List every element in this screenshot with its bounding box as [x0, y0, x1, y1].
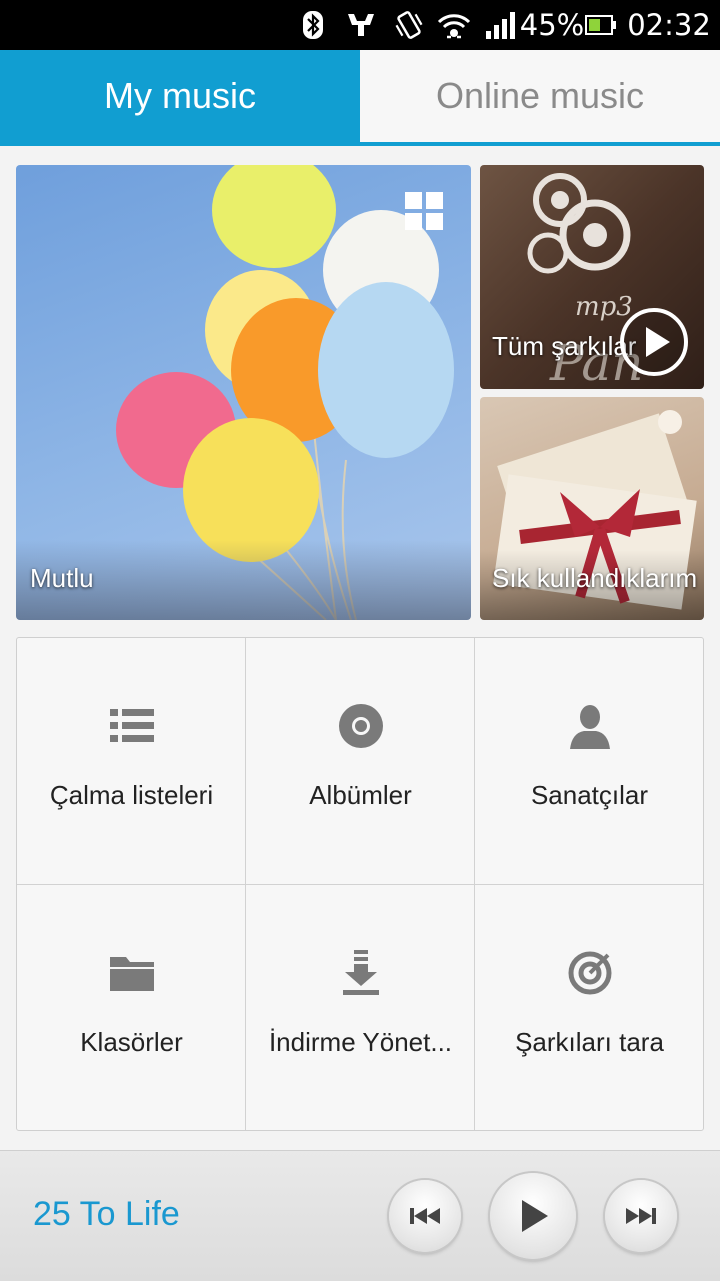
- tab-online-music[interactable]: Online music: [360, 50, 720, 142]
- wifi-icon: [436, 0, 472, 50]
- category-download-manager[interactable]: İndirme Yönet...: [246, 885, 475, 1131]
- category-label: Şarkıları tara: [515, 1027, 664, 1057]
- download-icon: [246, 949, 475, 997]
- previous-icon: [410, 1208, 440, 1224]
- signal-icon: [484, 0, 518, 50]
- battery-icon: [584, 0, 618, 50]
- mini-player: 25 To Life: [0, 1150, 720, 1281]
- album-icon: [246, 702, 475, 750]
- tab-my-music[interactable]: My music: [0, 50, 360, 142]
- clock: 02:32: [627, 8, 711, 42]
- frequent-label: Sık kullandıklarım: [492, 563, 698, 593]
- folder-icon: [17, 949, 246, 997]
- now-playing-title[interactable]: 25 To Life: [33, 1195, 180, 1234]
- category-artists[interactable]: Sanatçılar: [475, 638, 704, 884]
- category-scan-songs[interactable]: Şarkıları tara: [475, 885, 704, 1131]
- category-grid: Çalma listeleri Albümler Sanatçılar Klas…: [16, 637, 704, 1131]
- next-icon: [626, 1208, 656, 1224]
- playlist-icon: [17, 702, 246, 750]
- all-songs-label: Tüm şarkılar: [492, 331, 637, 361]
- bluetooth-icon: [300, 0, 326, 50]
- battery-percent: 45%: [519, 8, 585, 42]
- category-albums[interactable]: Albümler: [246, 638, 475, 884]
- mood-tile-label: Mutlu: [30, 563, 94, 593]
- play-icon: [522, 1200, 548, 1232]
- artist-icon: [475, 702, 704, 750]
- play-button[interactable]: [490, 1173, 576, 1259]
- category-label: İndirme Yönet...: [268, 1027, 453, 1057]
- previous-button[interactable]: [389, 1180, 461, 1252]
- category-label: Çalma listeleri: [49, 780, 214, 810]
- all-songs-tile[interactable]: mp3 Pan Tüm şarkılar: [480, 165, 704, 389]
- tab-bar: My music Online music: [0, 50, 720, 146]
- vibrate-icon: [392, 0, 426, 50]
- usb-debug-icon: [344, 0, 378, 50]
- scan-icon: [475, 949, 704, 997]
- category-label: Klasörler: [80, 1027, 183, 1057]
- play-icon[interactable]: [619, 307, 689, 377]
- mood-tile-mutlu[interactable]: Mutlu: [16, 165, 471, 620]
- status-bar: 45% 02:32: [0, 0, 720, 50]
- category-label: Sanatçılar: [530, 780, 649, 810]
- category-playlists[interactable]: Çalma listeleri: [17, 638, 246, 884]
- grid-view-icon[interactable]: [404, 191, 444, 231]
- next-button[interactable]: [605, 1180, 677, 1252]
- category-folders[interactable]: Klasörler: [17, 885, 246, 1131]
- category-label: Albümler: [309, 780, 412, 810]
- frequent-tile[interactable]: Sık kullandıklarım: [480, 397, 704, 620]
